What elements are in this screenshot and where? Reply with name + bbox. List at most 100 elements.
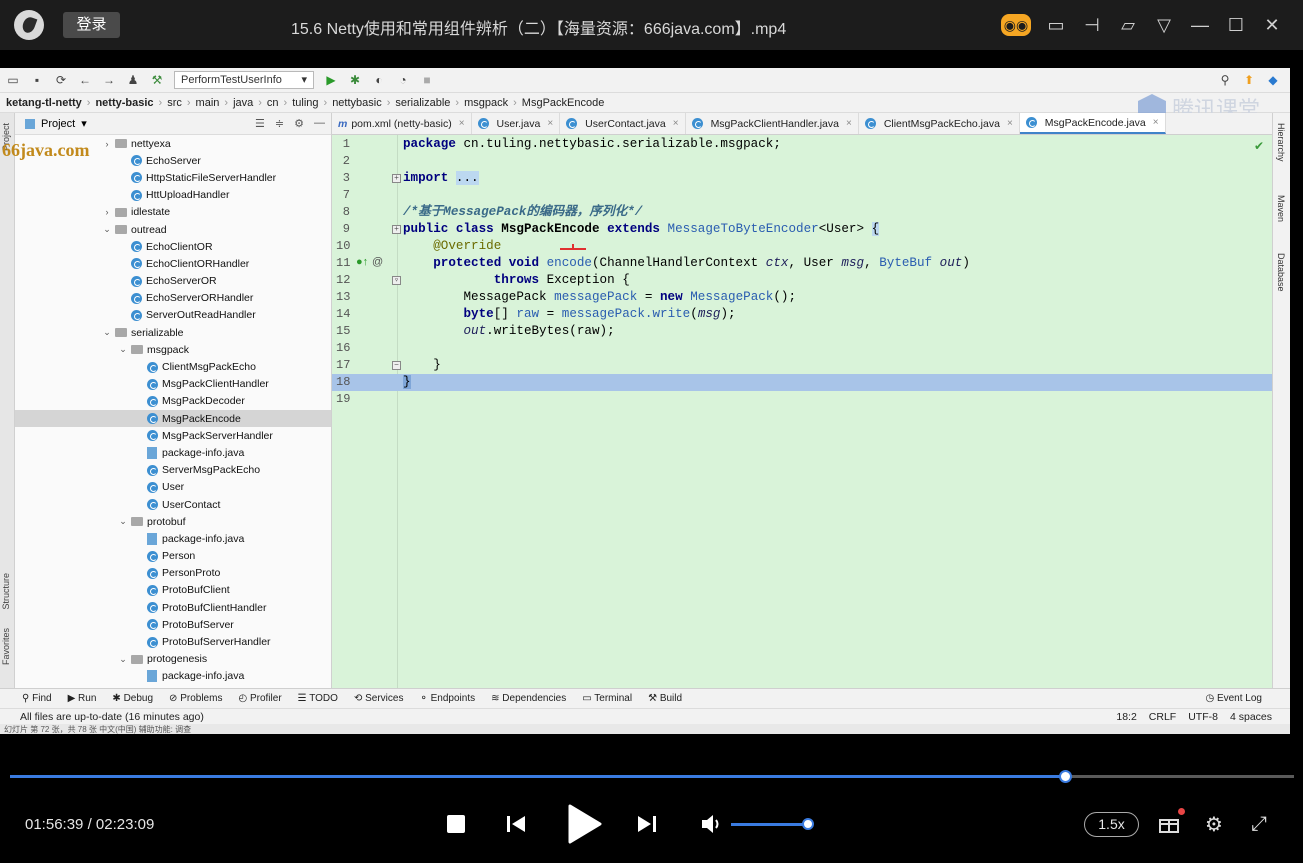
code-line[interactable]: 13 MessagePack messagePack = new Message… xyxy=(332,289,1272,306)
tree-item[interactable]: ProtoBufServerHandler xyxy=(15,633,331,650)
close-tab-icon[interactable]: × xyxy=(547,118,553,129)
code-line[interactable]: 7 xyxy=(332,187,1272,204)
side-tab-database[interactable]: Database xyxy=(1276,253,1286,292)
code-line[interactable]: 3 import ... + xyxy=(332,170,1272,187)
code-line[interactable]: 16 xyxy=(332,340,1272,357)
tree-item[interactable]: EchoClientORHandler xyxy=(15,255,331,272)
tree-item[interactable]: EchoServerOR xyxy=(15,273,331,290)
chevron-down-icon[interactable]: ⌄ xyxy=(117,344,129,355)
debug-icon[interactable]: ✱ xyxy=(348,73,362,87)
mini-window-icon[interactable]: ▭ xyxy=(1045,14,1067,36)
tree-item[interactable]: EchoClientOR xyxy=(15,238,331,255)
user-icon[interactable]: ♟ xyxy=(126,73,140,87)
editor-tab[interactable]: m pom.xml (netty-basic) × xyxy=(332,113,472,134)
project-panel-title[interactable]: Project xyxy=(41,118,75,130)
profile-icon[interactable]: ◔ xyxy=(396,73,410,87)
speed-button[interactable]: 1.5x xyxy=(1084,812,1139,837)
tree-item[interactable]: package-info.java xyxy=(15,530,331,547)
breadcrumb-item[interactable]: serializable xyxy=(395,97,450,109)
breadcrumb-item[interactable]: MsgPackEncode xyxy=(522,97,605,109)
code-line[interactable]: 15 out.writeBytes(raw); xyxy=(332,323,1272,340)
breadcrumb-item[interactable]: cn xyxy=(267,97,279,109)
minimize-icon[interactable]: — xyxy=(1189,14,1211,36)
close-tab-icon[interactable]: × xyxy=(1153,117,1159,128)
tree-item[interactable]: Person xyxy=(15,548,331,565)
tree-item[interactable]: UserContact xyxy=(15,496,331,513)
folder-open-icon[interactable]: ▭ xyxy=(6,73,20,87)
code-line[interactable]: 14 byte[] raw = messagePack.write(msg); xyxy=(332,306,1272,323)
tool-window-button[interactable]: ☰ TODO xyxy=(298,693,338,704)
tree-item[interactable]: EchoServerORHandler xyxy=(15,290,331,307)
tool-window-button[interactable]: ⚒ Build xyxy=(648,693,682,704)
tree-item[interactable]: ProtoBufClient xyxy=(15,582,331,599)
chevron-down-icon[interactable]: ⌄ xyxy=(117,516,129,527)
tool-window-button[interactable]: ▭ Terminal xyxy=(582,693,632,704)
chevron-right-icon[interactable]: › xyxy=(101,207,113,217)
volume-button[interactable] xyxy=(700,813,724,835)
editor-tab[interactable]: MsgPackEncode.java × xyxy=(1019,113,1166,134)
code-editor[interactable]: 1 package cn.tuling.nettybasic.serializab… xyxy=(332,135,1272,688)
fullscreen-icon[interactable]: ⤢ xyxy=(1247,812,1271,836)
search-icon[interactable]: ⚲ xyxy=(1218,73,1232,87)
play-button[interactable] xyxy=(566,804,604,844)
tree-item[interactable]: PersonProto xyxy=(15,565,331,582)
tool-window-button[interactable]: ⊘ Problems xyxy=(169,693,222,704)
maximize-icon[interactable]: ☐ xyxy=(1225,14,1247,36)
forward-icon[interactable]: → xyxy=(102,73,116,87)
close-tab-icon[interactable]: × xyxy=(673,118,679,129)
chevron-right-icon[interactable]: › xyxy=(101,139,113,149)
next-button[interactable] xyxy=(636,814,658,834)
hammer-icon[interactable]: ⚒ xyxy=(150,73,164,87)
settings-icon[interactable]: ⚙ xyxy=(1202,812,1226,836)
fold-toggle-icon[interactable]: + xyxy=(392,174,401,183)
collapse-all-icon[interactable]: ≑ xyxy=(275,117,284,130)
chevron-down-icon[interactable]: ⌄ xyxy=(101,327,113,338)
tool-window-button[interactable]: ⟲ Services xyxy=(354,693,404,704)
fold-toggle-icon[interactable]: ▿ xyxy=(392,276,401,285)
gear-icon[interactable]: ⚙ xyxy=(294,117,304,130)
folder-icon[interactable]: ▱ xyxy=(1117,14,1139,36)
progress-knob[interactable] xyxy=(1058,770,1072,783)
tree-item[interactable]: User xyxy=(15,479,331,496)
close-tab-icon[interactable]: × xyxy=(846,118,852,129)
close-tab-icon[interactable]: × xyxy=(459,118,465,129)
sync-icon[interactable]: ⟳ xyxy=(54,73,68,87)
tool-window-button[interactable]: ✱ Debug xyxy=(112,693,153,704)
editor-tab[interactable]: UserContact.java × xyxy=(560,113,686,134)
tree-item[interactable]: package-info.java xyxy=(15,444,331,461)
code-line[interactable]: 10 @Override xyxy=(332,238,1272,255)
chevron-down-icon[interactable]: ⌄ xyxy=(101,224,113,235)
save-icon[interactable]: ▪ xyxy=(30,73,44,87)
menu-dropdown-icon[interactable]: ▽ xyxy=(1153,14,1175,36)
side-tab-structure[interactable]: Structure xyxy=(1,573,11,610)
update-icon[interactable]: ⬆ xyxy=(1242,73,1256,87)
run-config-select[interactable]: PerformTestUserInfo ▾ xyxy=(174,71,314,89)
override-gutter-icon[interactable]: @ xyxy=(372,256,383,268)
coverage-icon[interactable]: ◐ xyxy=(372,73,386,87)
side-tab-maven[interactable]: Maven xyxy=(1276,195,1286,222)
stop-button[interactable] xyxy=(447,815,465,833)
fold-toggle-icon[interactable]: − xyxy=(392,361,401,370)
tree-item[interactable]: MsgPackServerHandler xyxy=(15,427,331,444)
tree-item[interactable]: HttpStaticFileServerHandler xyxy=(15,169,331,186)
tool-window-button[interactable]: ≋ Dependencies xyxy=(491,693,566,704)
close-icon[interactable]: ✕ xyxy=(1261,14,1283,36)
status-item[interactable]: UTF-8 xyxy=(1188,711,1218,723)
volume-slider[interactable] xyxy=(731,823,809,826)
chevron-down-icon[interactable]: ▾ xyxy=(81,117,87,130)
gift-icon[interactable] xyxy=(1157,812,1181,836)
tree-item[interactable]: ⌄ protogenesis xyxy=(15,651,331,668)
tree-item[interactable]: MsgPackEncode xyxy=(15,410,331,428)
tree-item[interactable]: › idlestate xyxy=(15,204,331,221)
chevron-down-icon[interactable]: ⌄ xyxy=(117,654,129,665)
code-line[interactable]: 1 package cn.tuling.nettybasic.serializab… xyxy=(332,136,1272,153)
run-gutter-icon[interactable]: ●↑ xyxy=(356,256,368,268)
tree-item[interactable]: ServerOutReadHandler xyxy=(15,307,331,324)
tool-window-button[interactable]: ◴ Profiler xyxy=(238,693,281,704)
editor-tab[interactable]: ClientMsgPackEcho.java × xyxy=(859,113,1020,134)
tree-item[interactable]: ⌄ outread xyxy=(15,221,331,238)
tree-item[interactable]: ⌄ protobuf xyxy=(15,513,331,530)
tree-item[interactable]: HttUploadHandler xyxy=(15,187,331,204)
code-line[interactable]: 18} xyxy=(332,374,1272,391)
code-line[interactable]: 12 throws Exception {▿ xyxy=(332,272,1272,289)
